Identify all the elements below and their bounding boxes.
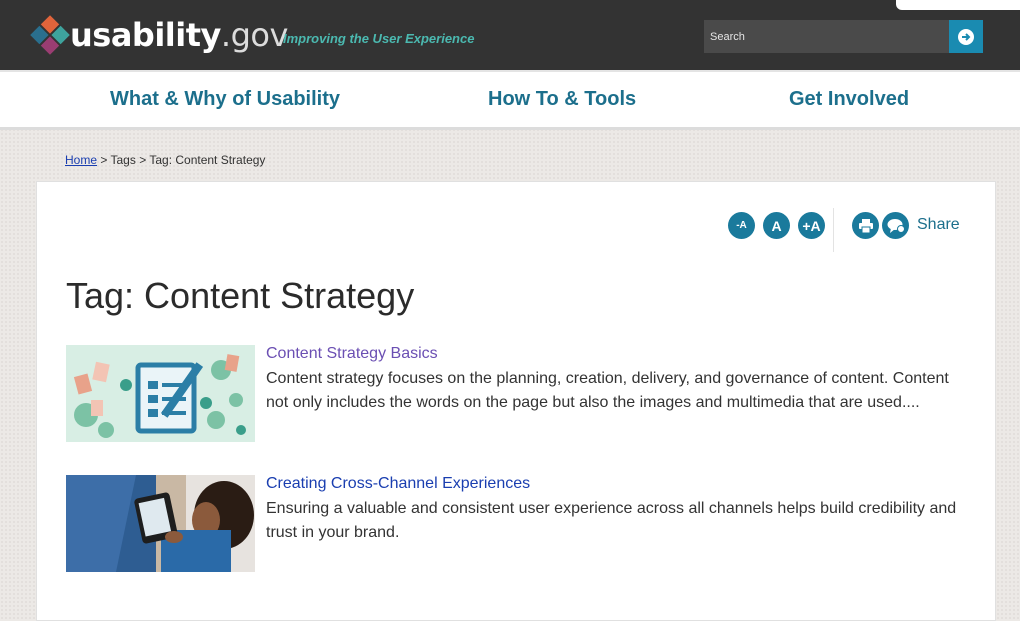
breadcrumb-current: Tag: Content Strategy: [149, 153, 266, 167]
share-button[interactable]: [882, 212, 909, 239]
breadcrumb-separator: >: [139, 153, 147, 167]
site-tagline: Improving the User Experience: [283, 31, 475, 46]
site-header: usability.gov Improving the User Experie…: [0, 0, 1020, 70]
nav-what-why-usability[interactable]: What & Why of Usability: [110, 88, 340, 111]
item-title-link[interactable]: Creating Cross-Channel Experiences: [266, 475, 530, 493]
main-nav: What & Why of Usability How To & Tools G…: [0, 70, 1020, 130]
nav-how-to-tools[interactable]: How To & Tools: [488, 88, 636, 111]
share-link[interactable]: Share: [917, 216, 960, 234]
breadcrumb-separator: >: [100, 153, 108, 167]
logo-mark-icon: [30, 15, 70, 55]
search-input[interactable]: [704, 20, 949, 53]
item-title-link[interactable]: Content Strategy Basics: [266, 345, 438, 363]
site-logo[interactable]: usability.gov: [30, 15, 288, 55]
breadcrumb: Home > Tags > Tag: Content Strategy: [65, 153, 265, 167]
search-submit-button[interactable]: [949, 20, 983, 53]
arrow-right-circle-icon: [958, 28, 974, 45]
decrease-font-button[interactable]: -A: [728, 212, 755, 239]
normal-font-button[interactable]: A: [763, 212, 790, 239]
content-strategy-thumbnail[interactable]: [66, 345, 255, 442]
page-title: Tag: Content Strategy: [66, 275, 415, 316]
share-speech-bubble-icon: [887, 218, 905, 234]
print-button[interactable]: [852, 212, 879, 239]
logo-word-bold: usability: [70, 16, 221, 54]
print-icon: [858, 218, 874, 233]
item-description: Ensuring a valuable and consistent user …: [266, 500, 957, 541]
top-corner-tab: [896, 0, 1020, 10]
toolbar-divider: [833, 208, 834, 252]
increase-font-button[interactable]: +A: [798, 212, 825, 239]
breadcrumb-tags: Tags: [110, 153, 136, 167]
content-card: -A A +A Share Tag: Content Strategy Cont…: [36, 181, 996, 621]
item-description: Content strategy focuses on the planning…: [266, 370, 949, 411]
nav-get-involved[interactable]: Get Involved: [789, 88, 909, 111]
logo-word-suffix: .gov: [220, 16, 289, 54]
logo-wordmark: usability.gov: [70, 16, 288, 54]
tablet-user-thumbnail[interactable]: [66, 475, 255, 572]
breadcrumb-home-link[interactable]: Home: [65, 153, 97, 167]
